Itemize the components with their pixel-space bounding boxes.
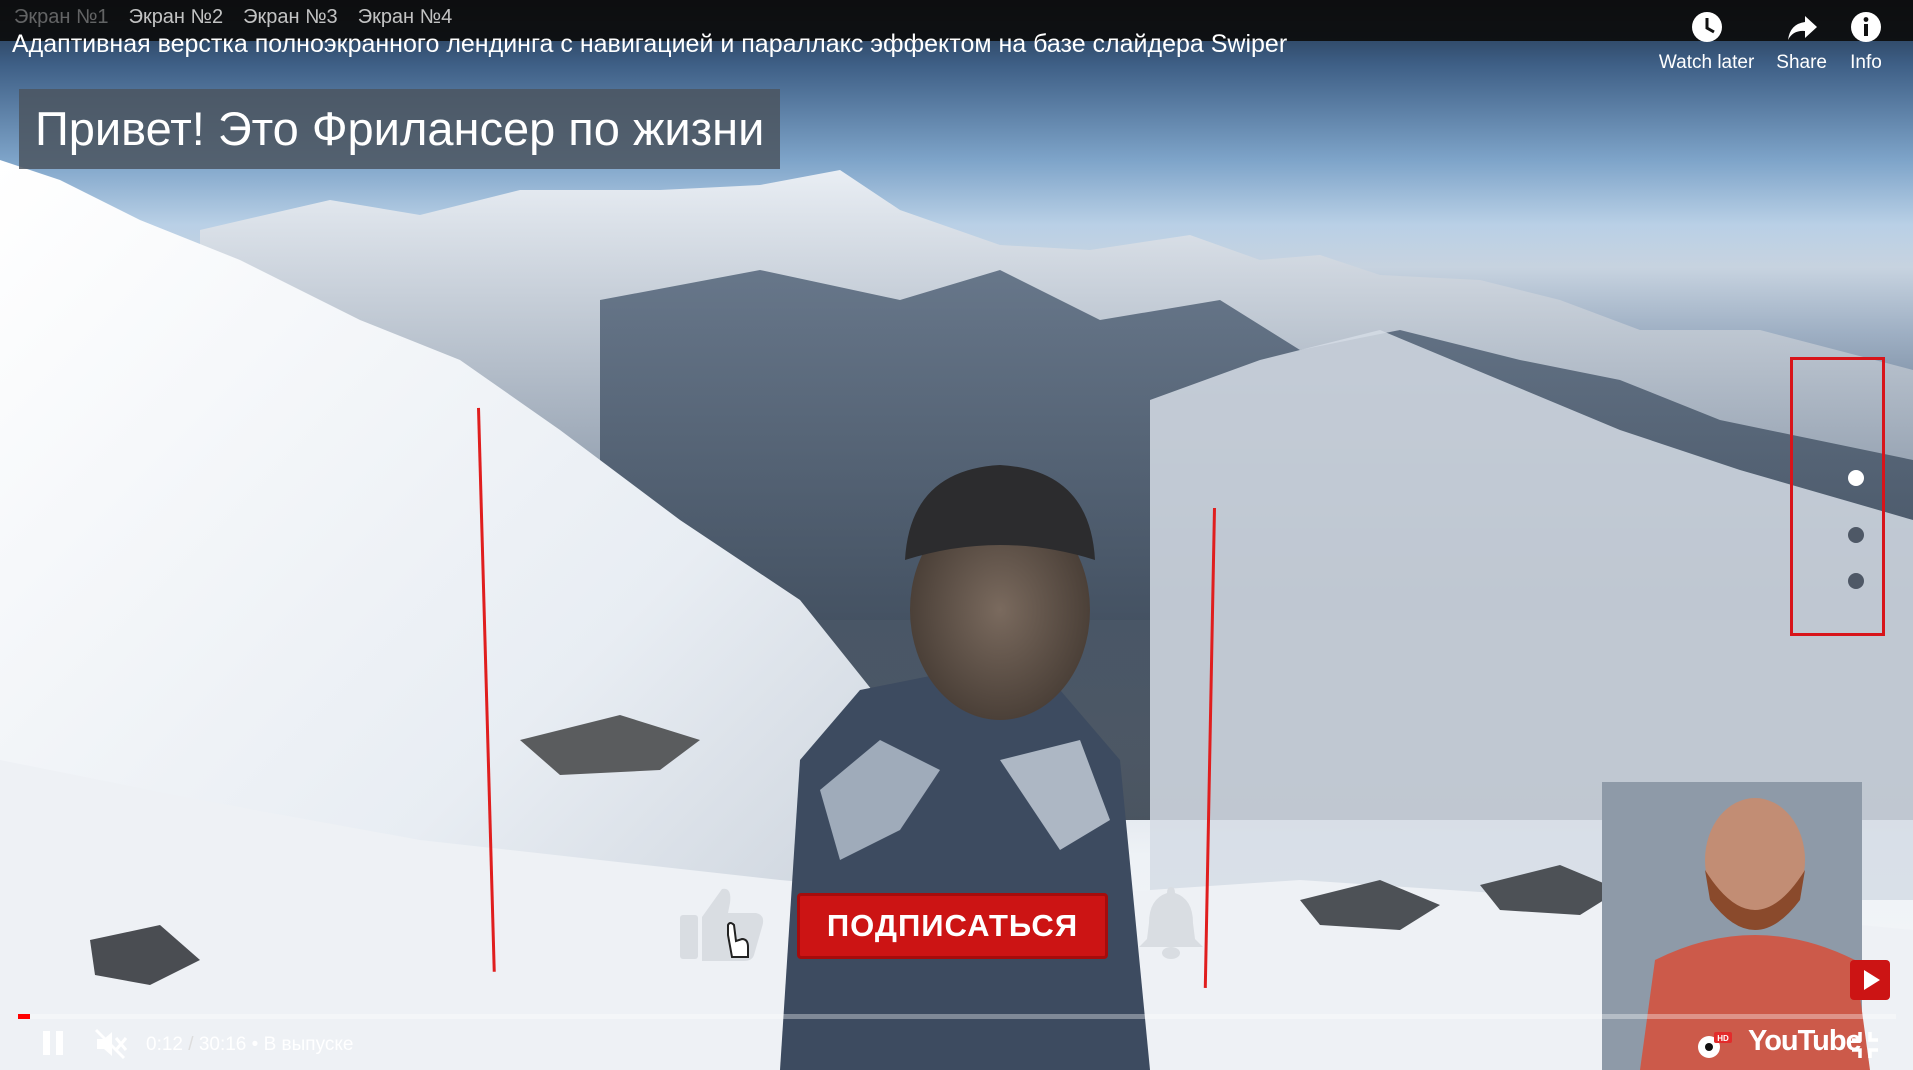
duration: 30:16	[198, 1034, 247, 1055]
info-icon	[1851, 12, 1881, 42]
bell-icon[interactable]	[1137, 883, 1205, 961]
progress-bar[interactable]	[18, 1014, 1896, 1019]
thumbs-up-icon[interactable]	[678, 883, 766, 963]
player-controls: 0:12 / 30:16 • В выпуске HD YouTube	[0, 1020, 1913, 1070]
slide-nav-item-4[interactable]: Экран №4	[358, 6, 453, 29]
slide-headline: Привет! Это Фрилансер по жизни	[19, 89, 781, 169]
info-button[interactable]: Info	[1849, 10, 1883, 74]
pause-icon[interactable]	[40, 1028, 66, 1058]
info-label: Info	[1850, 52, 1882, 73]
share-label: Share	[1776, 52, 1827, 73]
share-icon	[1787, 16, 1817, 40]
progress-fill	[18, 1014, 31, 1019]
watch-later-label: Watch later	[1658, 52, 1755, 73]
youtube-logo[interactable]: YouTube	[1748, 1025, 1862, 1058]
pagination-dot-active[interactable]	[1848, 470, 1864, 486]
clock-icon	[1691, 12, 1722, 42]
time-separator: /	[182, 1034, 199, 1055]
top-actions: Watch later Share Info	[1659, 10, 1883, 74]
time-display: 0:12 / 30:16 • В выпуске	[146, 1034, 353, 1056]
video-title[interactable]: Адаптивная верстка полноэкранного лендин…	[12, 30, 1287, 59]
pagination-highlight-box	[1790, 357, 1885, 636]
current-time: 0:12	[146, 1034, 183, 1055]
watch-later-button[interactable]: Watch later	[1659, 10, 1754, 74]
exit-fullscreen-icon[interactable]	[1850, 1030, 1880, 1060]
video-player[interactable]: Экран №1 Экран №2 Экран №3 Экран №4 Адап…	[0, 0, 1913, 1070]
chapter-label[interactable]: • В выпуске	[252, 1034, 354, 1055]
slide-nav: Экран №1 Экран №2 Экран №3 Экран №4	[14, 6, 452, 29]
pagination-dot[interactable]	[1848, 527, 1864, 543]
slide-nav-item-1[interactable]: Экран №1	[14, 6, 109, 29]
mute-icon[interactable]	[94, 1028, 128, 1060]
hd-badge: HD	[1717, 1034, 1729, 1043]
slide-nav-item-3[interactable]: Экран №3	[243, 6, 338, 29]
share-button[interactable]: Share	[1776, 10, 1827, 74]
subscribe-button[interactable]: ПОДПИСАТЬСЯ	[797, 893, 1108, 959]
pagination-dot[interactable]	[1848, 573, 1864, 589]
slide-nav-item-2[interactable]: Экран №2	[129, 6, 224, 29]
settings-gear-icon[interactable]: HD	[1694, 1030, 1732, 1062]
